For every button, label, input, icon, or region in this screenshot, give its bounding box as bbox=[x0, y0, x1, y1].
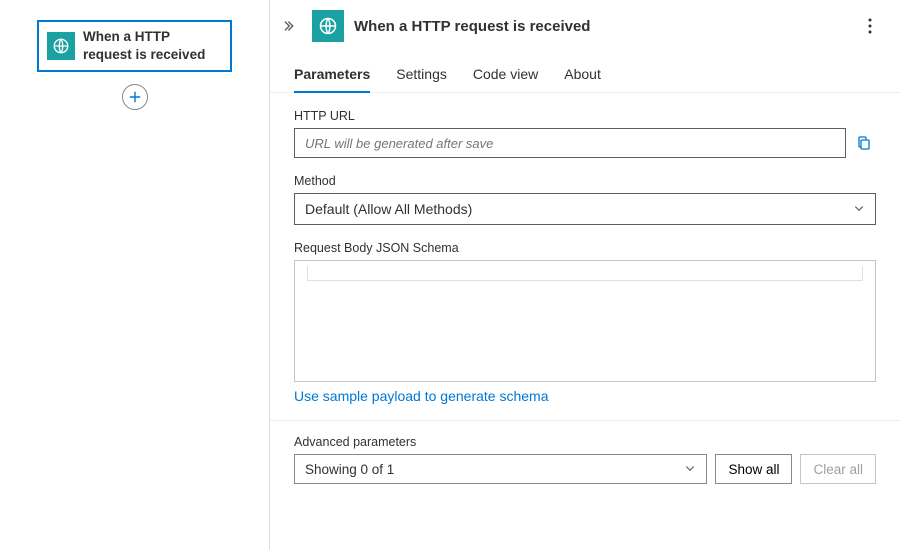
method-select[interactable]: Default (Allow All Methods) bbox=[294, 193, 876, 225]
collapse-panel-button[interactable] bbox=[280, 15, 302, 37]
chevron-down-icon bbox=[853, 201, 865, 217]
divider bbox=[270, 420, 900, 421]
trigger-card[interactable]: When a HTTP request is received bbox=[37, 20, 232, 72]
more-options-button[interactable] bbox=[858, 14, 882, 38]
advanced-parameters-select[interactable]: Showing 0 of 1 bbox=[294, 454, 707, 484]
panel-title: When a HTTP request is received bbox=[354, 18, 848, 35]
tab-parameters[interactable]: Parameters bbox=[294, 58, 370, 92]
chevron-down-icon bbox=[684, 462, 696, 477]
use-sample-payload-link[interactable]: Use sample payload to generate schema bbox=[294, 388, 548, 404]
http-icon bbox=[47, 32, 75, 60]
copy-url-button[interactable] bbox=[852, 131, 876, 155]
http-url-label: HTTP URL bbox=[294, 109, 876, 123]
panel-header: When a HTTP request is received bbox=[270, 0, 900, 52]
tab-settings[interactable]: Settings bbox=[396, 58, 447, 92]
advanced-label: Advanced parameters bbox=[294, 435, 876, 449]
tab-bar: Parameters Settings Code view About bbox=[270, 52, 900, 93]
schema-textarea[interactable] bbox=[294, 260, 876, 382]
panel-body: HTTP URL Method Default (Allow All Metho… bbox=[270, 93, 900, 550]
schema-label: Request Body JSON Schema bbox=[294, 241, 876, 255]
add-step-button[interactable] bbox=[122, 84, 148, 110]
tab-about[interactable]: About bbox=[564, 58, 601, 92]
method-label: Method bbox=[294, 174, 876, 188]
clear-all-button: Clear all bbox=[800, 454, 876, 484]
http-icon bbox=[312, 10, 344, 42]
http-url-input[interactable] bbox=[294, 128, 846, 158]
trigger-card-label: When a HTTP request is received bbox=[83, 28, 222, 64]
method-value: Default (Allow All Methods) bbox=[305, 201, 472, 217]
workflow-canvas: When a HTTP request is received bbox=[0, 0, 270, 550]
show-all-button[interactable]: Show all bbox=[715, 454, 792, 484]
details-panel: When a HTTP request is received Paramete… bbox=[270, 0, 900, 550]
advanced-showing-text: Showing 0 of 1 bbox=[305, 462, 394, 477]
tab-code-view[interactable]: Code view bbox=[473, 58, 538, 92]
